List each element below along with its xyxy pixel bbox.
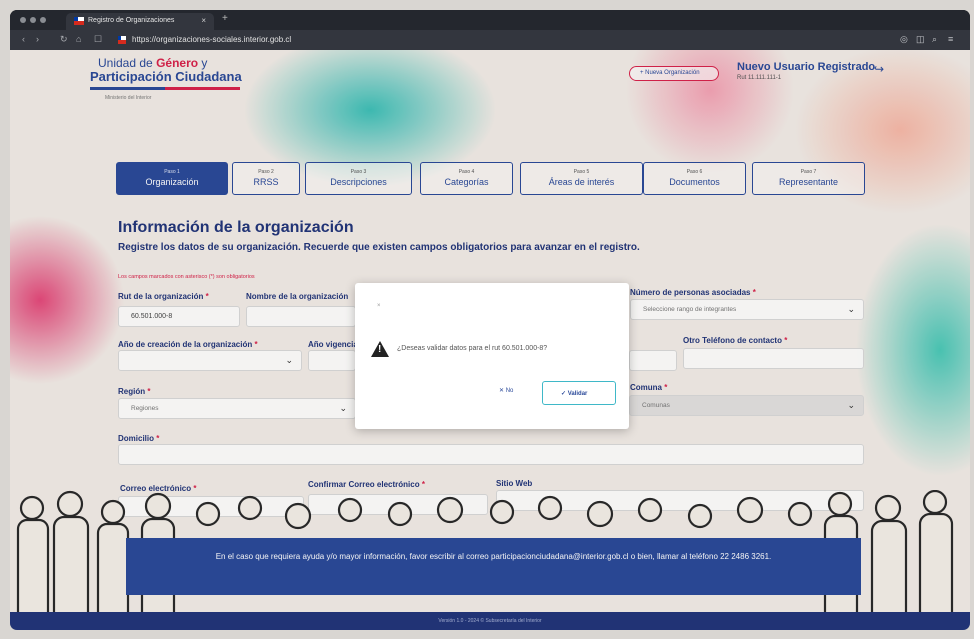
- bookmark-icon[interactable]: ☐: [94, 34, 102, 45]
- window-close-dot[interactable]: [20, 17, 26, 23]
- tab-close-button[interactable]: ×: [201, 16, 206, 25]
- address-toolbar: ‹ › ↻ ⌂ ☐ https://organizaciones-sociale…: [10, 30, 970, 50]
- new-tab-button[interactable]: +: [222, 13, 228, 24]
- sidebar-icon[interactable]: ◫: [916, 34, 925, 45]
- validate-button[interactable]: ✓ Validar: [542, 381, 616, 405]
- home-icon[interactable]: ⌂: [76, 34, 81, 44]
- extension-icon[interactable]: ◎: [900, 34, 908, 45]
- modal-close-button[interactable]: ×: [377, 303, 381, 309]
- window-zoom-dot[interactable]: [40, 17, 46, 23]
- forward-icon[interactable]: ›: [36, 34, 39, 44]
- url-text: https://organizaciones-sociales.interior…: [132, 35, 292, 44]
- back-icon[interactable]: ‹: [22, 34, 25, 44]
- page-content: Unidad de Género y Participación Ciudada…: [10, 50, 970, 630]
- menu-icon[interactable]: ≡: [948, 34, 953, 44]
- site-flag-icon: [118, 36, 126, 44]
- tab-bar: Registro de Organizaciones × +: [10, 10, 970, 30]
- window-minimize-dot[interactable]: [30, 17, 36, 23]
- tab-title: Registro de Organizaciones: [88, 17, 175, 24]
- warning-icon: [371, 341, 389, 357]
- search-icon[interactable]: ⌕: [932, 34, 937, 45]
- url-field[interactable]: https://organizaciones-sociales.interior…: [114, 33, 834, 47]
- chile-flag-icon: [74, 17, 84, 25]
- modal-message: ¿Deseas validar datos para el rut 60.501…: [397, 345, 548, 352]
- reload-icon[interactable]: ↻: [60, 34, 68, 45]
- browser-window: Registro de Organizaciones × + ‹ › ↻ ⌂ ☐…: [10, 10, 970, 630]
- validation-modal: × ¿Deseas validar datos para el rut 60.5…: [355, 283, 629, 429]
- cancel-button[interactable]: ✕ No: [499, 387, 513, 394]
- browser-tab[interactable]: Registro de Organizaciones ×: [66, 13, 214, 30]
